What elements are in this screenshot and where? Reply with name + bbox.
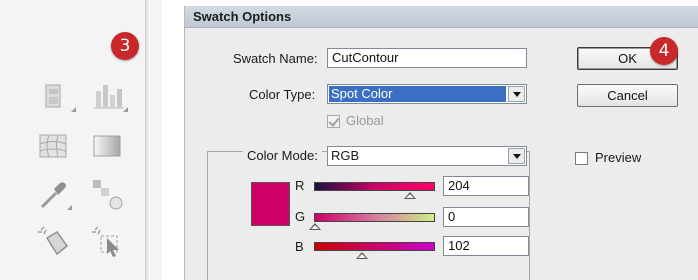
color-type-value: Spot Color bbox=[329, 86, 506, 102]
blue-slider-thumb[interactable] bbox=[356, 252, 368, 259]
color-mode-dropdown[interactable]: RGB bbox=[327, 146, 527, 166]
live-paint-bucket-icon[interactable] bbox=[30, 222, 76, 262]
swatch-options-dialog: Swatch Options Swatch Name: CutContour C… bbox=[184, 6, 698, 280]
channel-label-g: G bbox=[295, 209, 306, 224]
color-type-label: Color Type: bbox=[249, 87, 316, 102]
swatch-name-input[interactable]: CutContour bbox=[327, 48, 527, 68]
global-label: Global bbox=[346, 113, 384, 128]
color-mode-value: RGB bbox=[331, 148, 360, 163]
cancel-button[interactable]: Cancel bbox=[577, 84, 678, 107]
mesh-icon[interactable] bbox=[30, 126, 76, 166]
blue-slider-track[interactable] bbox=[314, 242, 435, 251]
callout-badge-3: 3 bbox=[111, 32, 139, 60]
dialog-title: Swatch Options bbox=[185, 6, 698, 28]
column-graph-icon[interactable] bbox=[86, 76, 132, 116]
callout-badge-4: 4 bbox=[650, 37, 678, 65]
color-mode-label: Color Mode: bbox=[243, 148, 322, 163]
channel-label-b: B bbox=[295, 239, 304, 254]
symbol-sprayer-icon[interactable] bbox=[34, 76, 80, 116]
green-value-input[interactable]: 0 bbox=[443, 207, 529, 227]
global-checkbox[interactable] bbox=[327, 115, 340, 128]
green-slider-track[interactable] bbox=[314, 213, 435, 222]
preview-checkbox[interactable] bbox=[575, 152, 588, 165]
blend-icon[interactable] bbox=[84, 174, 130, 214]
panel-divider bbox=[145, 0, 148, 280]
blue-value-input[interactable]: 102 bbox=[443, 236, 529, 256]
color-swatch-preview bbox=[251, 182, 290, 226]
chevron-down-icon[interactable] bbox=[508, 86, 525, 102]
color-type-dropdown[interactable]: Spot Color bbox=[327, 84, 527, 104]
green-slider-thumb[interactable] bbox=[309, 223, 321, 230]
red-slider-thumb[interactable] bbox=[404, 192, 416, 199]
chevron-down-icon[interactable] bbox=[508, 148, 525, 164]
red-value-input[interactable]: 204 bbox=[443, 176, 529, 196]
red-slider-track[interactable] bbox=[314, 182, 435, 191]
channel-label-r: R bbox=[295, 178, 305, 193]
preview-label: Preview bbox=[595, 150, 642, 165]
live-paint-selection-icon[interactable] bbox=[84, 222, 130, 262]
swatch-name-label: Swatch Name: bbox=[233, 51, 318, 66]
eyedropper-icon[interactable] bbox=[30, 174, 76, 214]
gradient-icon[interactable] bbox=[84, 126, 130, 166]
